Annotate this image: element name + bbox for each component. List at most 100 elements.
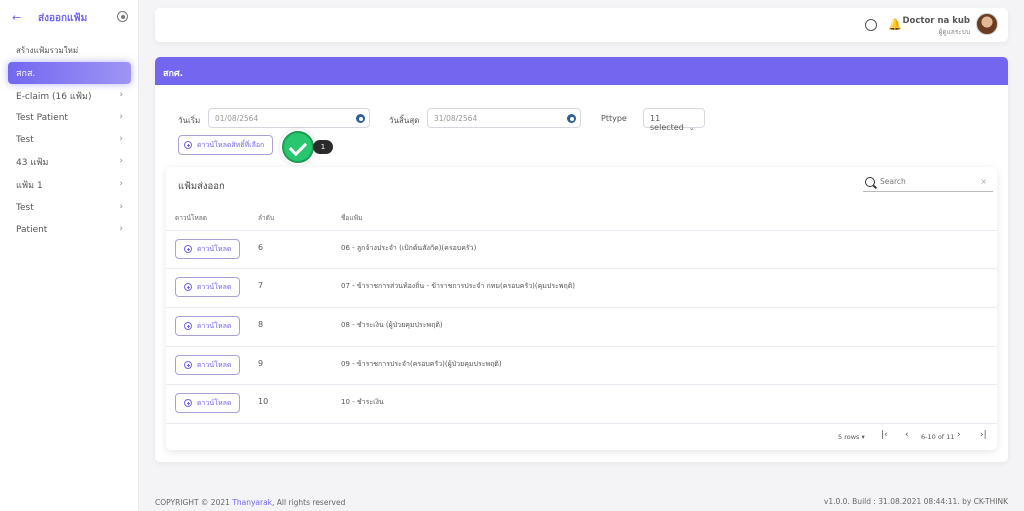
sidebar-item-test-2[interactable]: Test › [8,197,131,219]
collapse-toggle-icon[interactable] [117,11,128,22]
rows-per-page-select[interactable]: 5 rows ▾ [838,433,865,441]
start-date-value: 01/08/2564 [215,114,259,123]
sidebar-item-label: สกส. [16,69,36,79]
sidebar-item-label: 43 แฟ้ม [16,158,49,168]
next-page-icon[interactable]: › [957,430,961,440]
row-filename: 08 - ชำระเงิน (ผู้ป่วยคุมประพฤติ) [341,321,443,329]
close-icon[interactable]: × [980,177,987,186]
chevron-right-icon: › [119,156,123,166]
plus-circle-icon [184,361,192,369]
prev-page-icon[interactable]: ‹ [905,430,909,440]
sidebar-item-test[interactable]: Test › [8,129,131,151]
end-date-label: วันสิ้นสุด [389,116,420,125]
plus-circle-icon [184,245,192,253]
user-info[interactable]: Doctor na kub ผู้ดูแลระบบ [902,16,970,37]
export-files-card: แฟ้มส่งออก × ดาวน์โหลด ลำดับ ชื่อแฟ้ม ดา… [166,167,997,450]
table-row: ดาวน์โหลด 9 09 - ข้าราชการประจำ(ครอบครัว… [166,346,997,384]
table-row: ดาวน์โหลด 10 10 - ชำระเงิน [166,384,997,422]
copyright-prefix: COPYRIGHT © 2021 [155,498,233,507]
download-button[interactable]: ดาวน์โหลด [175,393,240,413]
sidebar-header: ← ส่งออกแฟ้ม [0,0,139,34]
step-badge: 1 [313,140,333,154]
table-row: ดาวน์โหลด 6 06 - ลูกจ้างประจำ (เบิกต้นสั… [166,230,997,268]
download-button[interactable]: ดาวน์โหลด [175,277,240,297]
avatar[interactable] [976,13,998,35]
download-selected-button[interactable]: ดาวน์โหลดสิทธิ์ที่เลือก [178,135,273,155]
footer-version: v1.0.0. Build : 31.08.2021 08:44:11. by … [823,497,1008,506]
sidebar-item-label: Test [16,203,34,213]
column-header-download: ดาวน์โหลด [175,214,207,222]
sidebar-item-eclaim[interactable]: E-claim (16 แฟ้ม) › [8,85,131,107]
create-combined-file-link[interactable]: สร้างแฟ้มรวมใหม่ [16,44,78,57]
download-button[interactable]: ดาวน์โหลด [175,355,240,375]
row-filename: 10 - ชำระเงิน [341,398,384,406]
row-filename: 09 - ข้าราชการประจำ(ครอบครัว)(ผู้ป่วยคุม… [341,360,502,368]
check-icon [282,131,314,163]
plus-circle-icon [184,399,192,407]
sidebar-item-skso[interactable]: สกส. [8,62,131,84]
first-page-icon[interactable]: |‹ [881,430,888,440]
footer-copyright: COPYRIGHT © 2021 Thanyarak, All rights r… [155,498,345,507]
chevron-right-icon: › [119,90,123,100]
end-date-value: 31/08/2564 [434,114,478,123]
end-date-input[interactable]: 31/08/2564 [427,108,581,128]
last-page-icon[interactable]: ›| [980,430,987,440]
user-role: ผู้ดูแลระบบ [938,28,970,36]
chevron-right-icon: › [119,202,123,212]
sidebar-item-label: Test Patient [16,113,68,123]
page-info: 6-10 of 11 [921,433,955,441]
sidebar-item-43-files[interactable]: 43 แฟ้ม › [8,151,131,173]
sidebar-item-label: แฟ้ม 1 [16,181,43,191]
clear-date-icon[interactable] [567,114,576,123]
plus-circle-icon [184,322,192,330]
pttype-value: 11 selected [650,114,684,132]
download-label: ดาวน์โหลด [197,321,232,330]
row-order: 6 [258,243,264,252]
page-title: สกศ. [155,57,1008,85]
clear-date-icon[interactable] [356,114,365,123]
sidebar-item-label: E-claim (16 แฟ้ม) [16,92,92,102]
caret-down-icon: ▾ [861,433,865,441]
sidebar-title: ส่งออกแฟ้ม [38,13,88,24]
row-order: 8 [258,320,264,329]
sidebar-item-label: Patient [16,225,48,235]
download-button[interactable]: ดาวน์โหลด [175,239,240,259]
download-label: ดาวน์โหลด [197,398,232,407]
row-order: 10 [258,397,269,406]
row-order: 9 [258,359,264,368]
download-label: ดาวน์โหลด [197,360,232,369]
download-selected-label: ดาวน์โหลดสิทธิ์ที่เลือก [197,140,265,149]
plus-circle-icon [184,283,192,291]
bell-icon[interactable]: 🔔 [888,18,902,31]
download-label: ดาวน์โหลด [197,244,232,253]
table-row: ดาวน์โหลด 8 08 - ชำระเงิน (ผู้ป่วยคุมประ… [166,307,997,345]
sidebar-item-label: Test [16,135,34,145]
user-name: Doctor na kub [902,16,970,26]
start-date-input[interactable]: 01/08/2564 [208,108,370,128]
pttype-select[interactable]: 11 selected ⌄ [643,108,705,132]
chevron-right-icon: › [119,179,123,189]
chat-icon[interactable] [865,19,877,31]
search-icon [865,177,875,187]
row-filename: 07 - ข้าราชการส่วนท้องถิ่น - ข้าราชการปร… [341,282,576,290]
chevron-right-icon: › [119,224,123,234]
rows-per-page-value: 5 rows [838,433,860,441]
sidebar-item-patient[interactable]: Patient › [8,219,131,241]
sidebar-item-test-patient[interactable]: Test Patient › [8,107,131,129]
start-date-label: วันเริ่ม [178,116,201,125]
top-navbar: 🔔 Doctor na kub ผู้ดูแลระบบ [155,8,1008,42]
column-header-order: ลำดับ [258,214,274,222]
download-label: ดาวน์โหลด [197,282,232,291]
sidebar: ← ส่งออกแฟ้ม สร้างแฟ้มรวมใหม่ สกส. E-cla… [0,0,139,511]
brand-link[interactable]: Thanyarak [232,498,272,507]
arrow-left-icon[interactable]: ← [12,11,21,24]
table-title: แฟ้มส่งออก [178,181,225,192]
row-filename: 06 - ลูกจ้างประจำ (เบิกต้นสังกัด)(ครอบคร… [341,244,477,252]
pttype-label: Pttype [601,114,627,123]
chevron-right-icon: › [119,134,123,144]
column-header-filename: ชื่อแฟ้ม [341,214,363,222]
copyright-suffix: , All rights reserved [272,498,346,507]
sidebar-item-file-1[interactable]: แฟ้ม 1 › [8,174,131,196]
download-button[interactable]: ดาวน์โหลด [175,316,240,336]
search-input[interactable] [880,177,970,186]
